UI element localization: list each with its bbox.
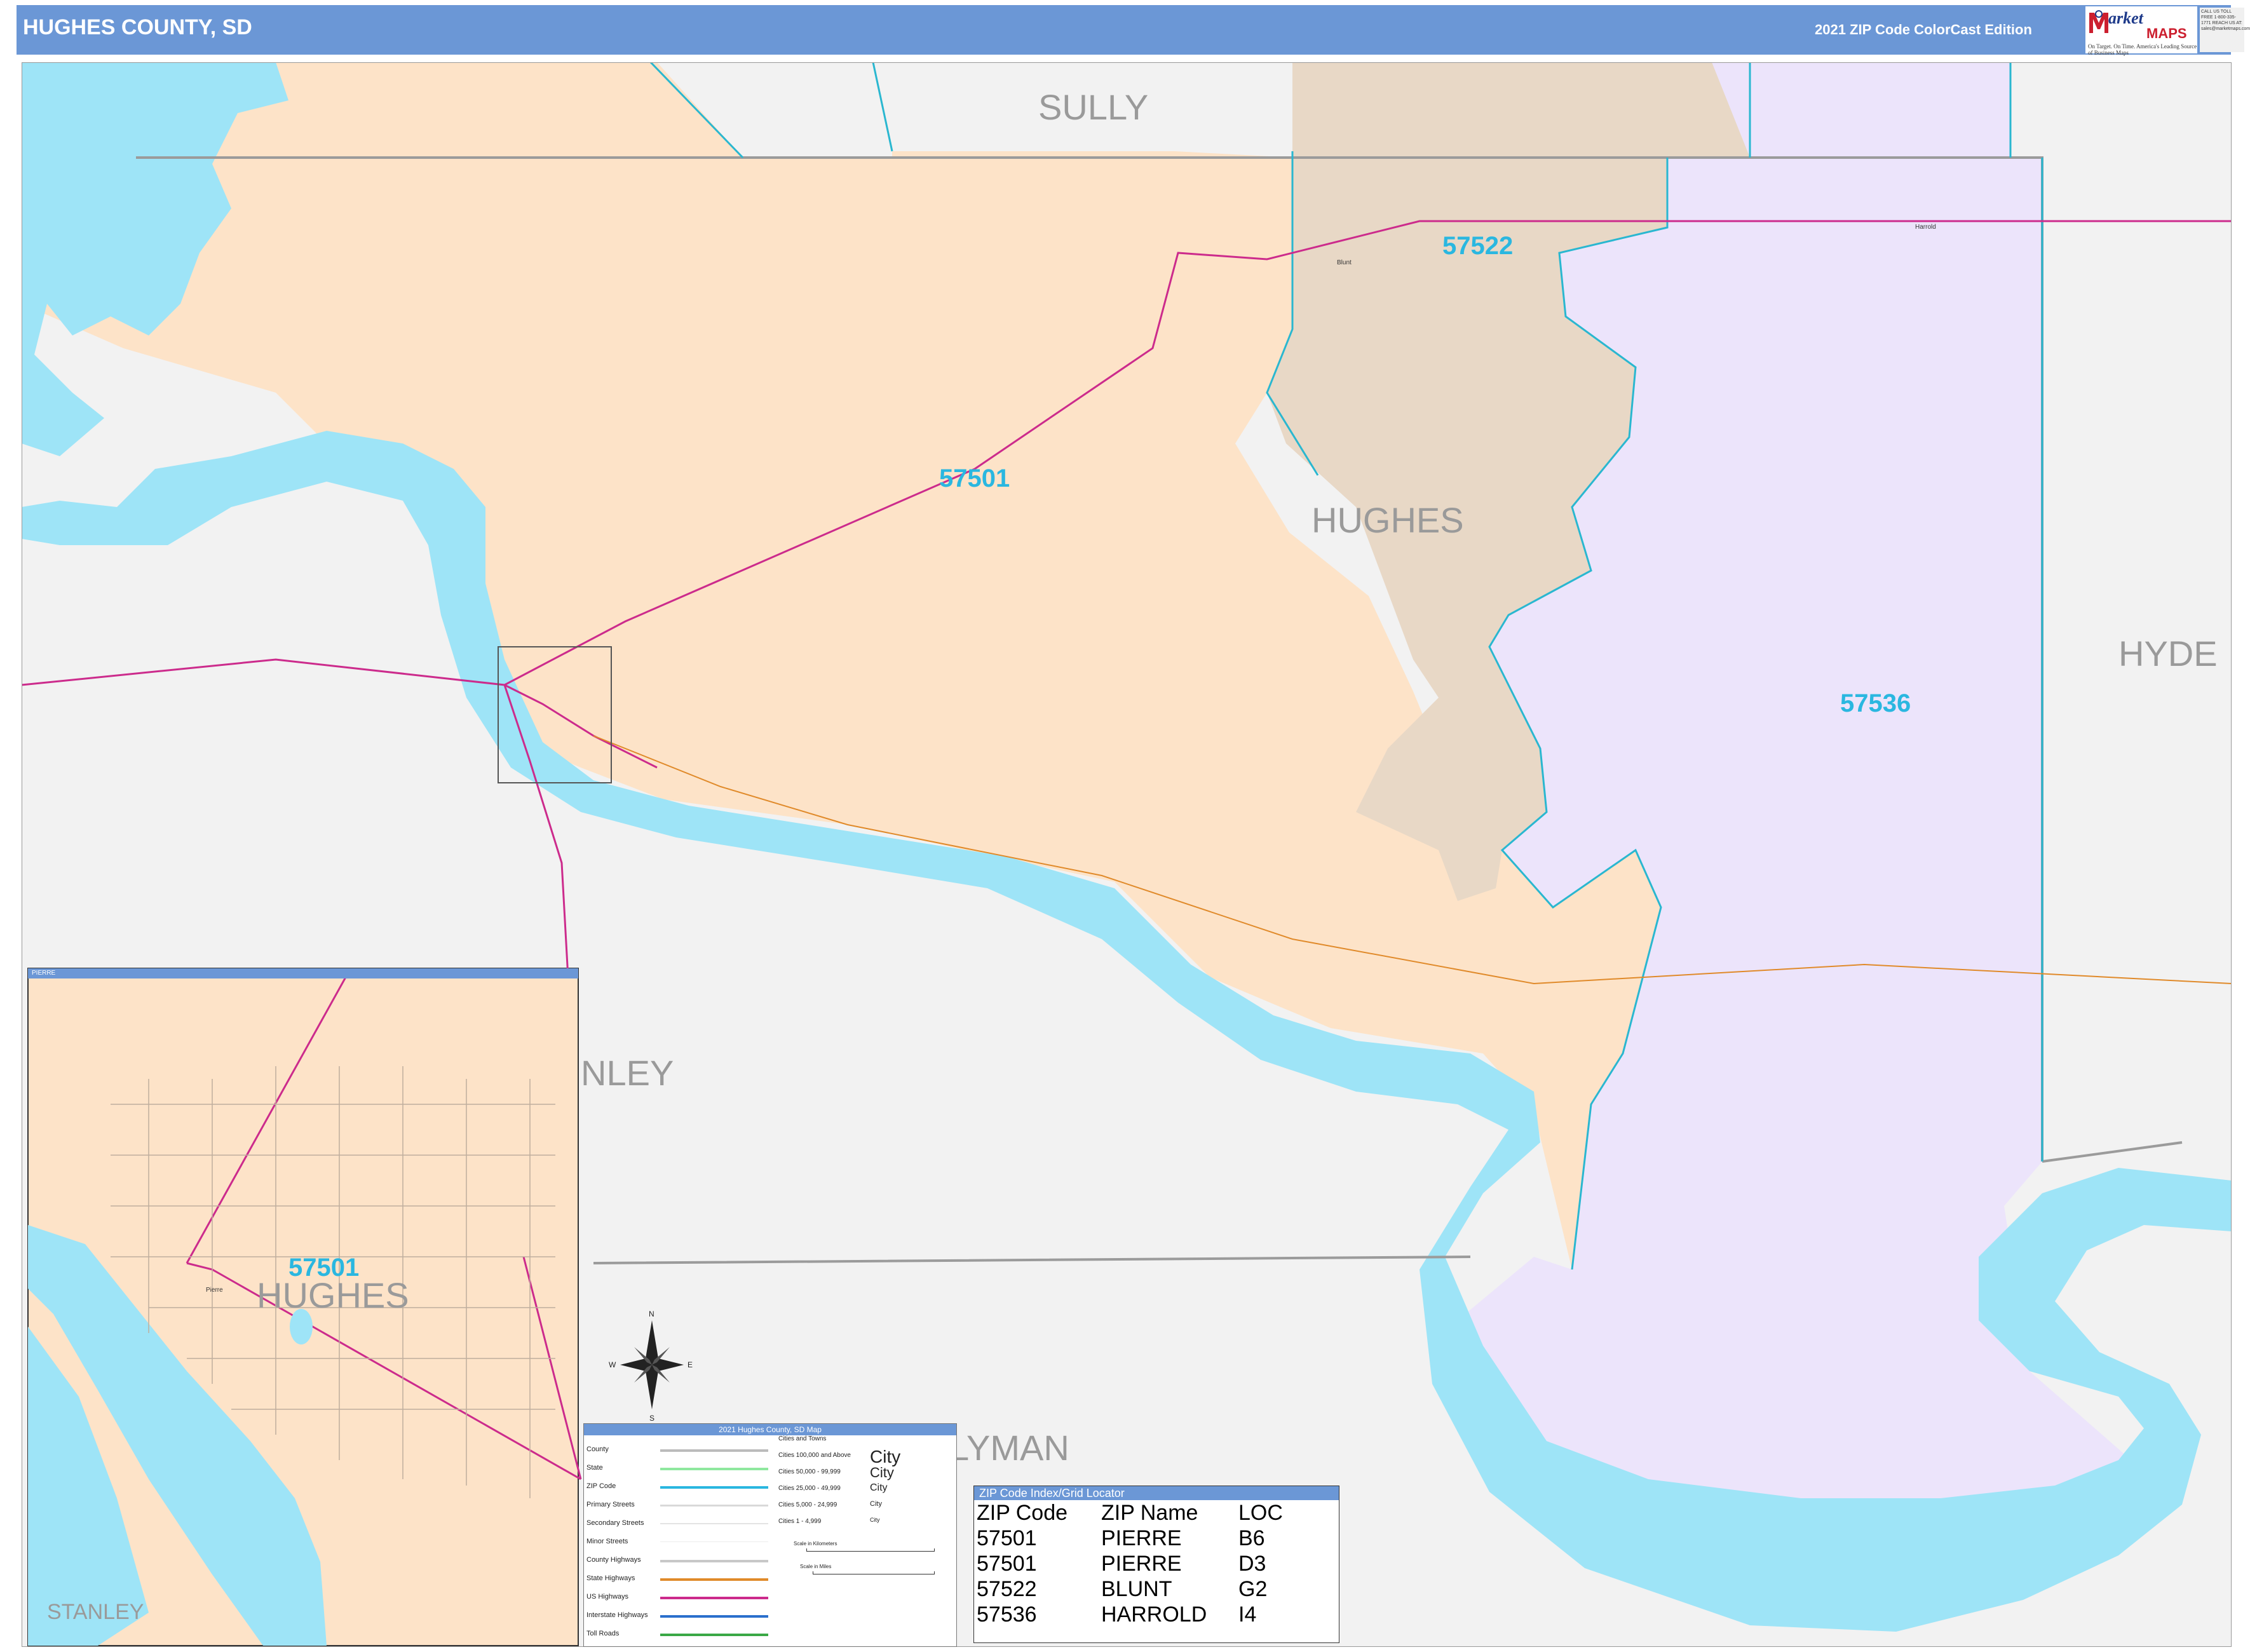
legend-row-state-hwy: State Highways <box>586 1574 635 1582</box>
legend-row-interstate: Interstate Highways <box>586 1611 648 1619</box>
map-title: HUGHES COUNTY, SD <box>23 15 252 39</box>
contact-info: CALL US TOLL FREE 1-800-335-1771 REACH U… <box>2200 8 2250 52</box>
zip-index-header-zip: ZIP Code <box>977 1501 1068 1525</box>
legend-swatch-secondary <box>660 1523 768 1524</box>
zip-index-header-row: ZIP Code ZIP Name LOC <box>977 1500 1287 1526</box>
legend-row-minor: Minor Streets <box>586 1538 628 1545</box>
legend-scale-mi-label: Scale in Miles <box>800 1564 832 1569</box>
table-row: 57536 HARROLD I4 <box>977 1602 1287 1627</box>
zip-code-cell: 57536 <box>977 1602 1037 1627</box>
legend-swatch-county-hwy <box>660 1560 768 1562</box>
legend-swatch-zip <box>660 1486 768 1489</box>
legend-city-tier-4: Cities 5,000 - 24,999 <box>778 1501 837 1508</box>
legend-row-primary: Primary Streets <box>586 1501 635 1508</box>
legend-city-sample-5: City <box>870 1517 880 1523</box>
legend-city-tier-2: Cities 50,000 - 99,999 <box>778 1468 841 1475</box>
legend-swatch-state-hwy <box>660 1578 768 1581</box>
zip-code-cell: 57501 <box>977 1526 1037 1550</box>
zip-index-title: ZIP Code Index/Grid Locator <box>974 1486 1339 1500</box>
compass-w: W <box>609 1360 616 1369</box>
legend-city-sample-2: City <box>870 1465 894 1480</box>
table-row: 57522 BLUNT G2 <box>977 1576 1287 1602</box>
legend-swatch-toll <box>660 1634 768 1636</box>
table-row: 57501 PIERRE B6 <box>977 1526 1287 1551</box>
legend-row-county: County <box>586 1446 609 1453</box>
logo-text-bottom: MAPS <box>2146 25 2187 41</box>
legend-swatch-minor <box>660 1541 768 1542</box>
legend-city-tier-1: Cities 100,000 and Above <box>778 1452 851 1459</box>
legend-swatch-interstate <box>660 1615 768 1618</box>
county-label-hughes: HUGHES <box>1311 500 1464 540</box>
town-label-harrold: Harrold <box>1915 224 1936 231</box>
table-row: 57501 PIERRE D3 <box>977 1551 1287 1576</box>
legend-swatch-primary <box>660 1505 768 1506</box>
zip-label-57501: 57501 <box>939 464 1010 492</box>
legend-city-sample-4: City <box>870 1500 882 1508</box>
zip-code-cell: 57522 <box>977 1577 1037 1601</box>
inset-stanley-label: STANLEY <box>47 1600 144 1624</box>
map-header: HUGHES COUNTY, SD 2021 ZIP Code ColorCas… <box>17 5 2250 56</box>
county-map: A B C D E F G H I SULLY HUGHES HYDE NLEY… <box>22 62 2232 1647</box>
compass-s: S <box>649 1414 654 1423</box>
zip-loc-cell: I4 <box>1238 1602 1257 1627</box>
edition-label: 2021 ZIP Code ColorCast Edition <box>1815 22 2032 37</box>
legend-scale-km-label: Scale in Kilometers <box>794 1541 837 1547</box>
legend-scale-km-bar <box>806 1548 935 1552</box>
county-label-stanley: NLEY <box>581 1053 674 1093</box>
zip-name-cell: BLUNT <box>1101 1577 1172 1601</box>
legend-swatch-county <box>660 1449 768 1452</box>
zip-name-cell: PIERRE <box>1101 1526 1182 1550</box>
legend-row-zip: ZIP Code <box>586 1482 616 1490</box>
market-maps-logo: arket MAPS On Target. On Time. America's… <box>2085 6 2197 56</box>
compass-n: N <box>649 1310 654 1318</box>
legend-cities-header: Cities and Towns <box>778 1435 827 1442</box>
legend-scale-mi-bar <box>813 1571 935 1574</box>
inset-city-label: Pierre <box>206 1287 223 1294</box>
inset-county-label: HUGHES <box>257 1275 409 1315</box>
county-label-lyman: LYMAN <box>949 1428 1069 1468</box>
map-legend: 2021 Hughes County, SD Map County State … <box>583 1423 957 1647</box>
zip-index-header-loc: LOC <box>1238 1501 1283 1525</box>
legend-city-tier-3: Cities 25,000 - 49,999 <box>778 1485 841 1492</box>
legend-title: 2021 Hughes County, SD Map <box>584 1424 956 1435</box>
zip-index-grid: ZIP Code ZIP Name LOC 57501 PIERRE B6 57… <box>977 1500 1287 1627</box>
zip-label-57536: 57536 <box>1840 689 1911 717</box>
zip-loc-cell: G2 <box>1238 1577 1268 1601</box>
zip-name-cell: PIERRE <box>1101 1552 1182 1576</box>
logo-tagline: On Target. On Time. America's Leading So… <box>2088 43 2197 56</box>
legend-row-toll: Toll Roads <box>586 1630 620 1637</box>
county-label-sully: SULLY <box>1038 87 1148 127</box>
compass-e: E <box>688 1360 693 1369</box>
zip-label-57522: 57522 <box>1442 232 1513 260</box>
legend-row-state: State <box>586 1464 603 1472</box>
zip-index-table: ZIP Code Index/Grid Locator ZIP Code ZIP… <box>973 1486 1339 1643</box>
zip-name-cell: HARROLD <box>1101 1602 1207 1627</box>
legend-row-secondary: Secondary Streets <box>586 1519 644 1527</box>
m-logo-icon <box>2089 10 2108 33</box>
legend-city-tier-5: Cities 1 - 4,999 <box>778 1518 822 1525</box>
zip-index-header-name: ZIP Name <box>1101 1501 1198 1525</box>
zip-code-cell: 57501 <box>977 1552 1037 1576</box>
logo-text-top: arket <box>2108 9 2143 27</box>
zip-loc-cell: B6 <box>1238 1526 1265 1550</box>
legend-row-county-hwy: County Highways <box>586 1556 641 1564</box>
legend-swatch-state <box>660 1468 768 1470</box>
town-label-blunt: Blunt <box>1337 259 1352 266</box>
legend-swatch-us-hwy <box>660 1597 768 1599</box>
zip-loc-cell: D3 <box>1238 1552 1266 1576</box>
county-label-hyde: HYDE <box>2118 633 2218 674</box>
legend-city-sample-3: City <box>870 1482 888 1493</box>
legend-row-us-hwy: US Highways <box>586 1593 629 1601</box>
inset-header: PIERRE <box>28 968 578 978</box>
